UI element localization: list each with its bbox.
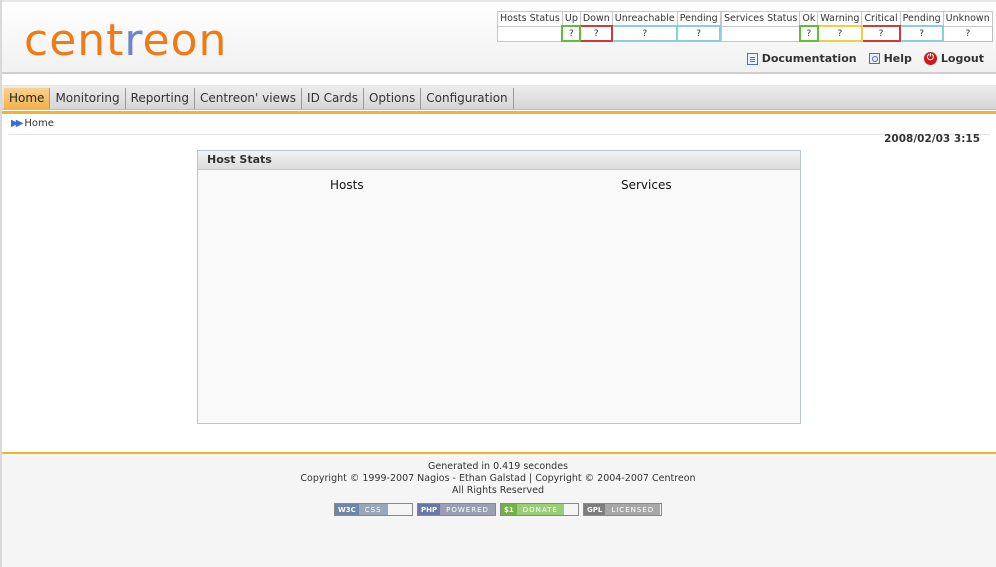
services-ok-header: Ok	[799, 11, 819, 27]
host-stats-panel: Host Stats Hosts Services	[197, 150, 801, 424]
main-menu-bar: Home Monitoring Reporting Centreon' view…	[2, 85, 996, 114]
services-status-header: Services Status	[720, 11, 801, 27]
badge-right: LICENSED	[605, 504, 661, 515]
generated-time: Generated in 0.419 secondes	[428, 461, 568, 472]
help-icon	[868, 53, 880, 64]
menu-item-centreon-views[interactable]: Centreon' views	[195, 88, 303, 109]
documentation-label: Documentation	[761, 52, 857, 65]
menu-item-reporting[interactable]: Reporting	[126, 88, 195, 109]
services-critical-header: Critical	[861, 11, 901, 27]
hosts-status-header: Hosts Status	[497, 11, 563, 27]
rights-text: All Rights Reserved	[452, 485, 544, 496]
hosts-column-label: Hosts	[330, 178, 364, 192]
services-warning-value[interactable]: ?	[816, 25, 863, 42]
footer-badges: W3C CSS PHP POWERED $1 DONATE GPL LICENS…	[334, 503, 662, 516]
menu-item-options[interactable]: Options	[364, 88, 422, 109]
main-menu: Home Monitoring Reporting Centreon' view…	[4, 88, 514, 109]
logout-label: Logout	[940, 52, 984, 65]
badge-left: GPL	[584, 504, 606, 515]
documentation-icon	[746, 52, 758, 65]
badge-left: PHP	[418, 504, 441, 515]
services-pending-value[interactable]: ?	[899, 25, 945, 42]
copyright-text: Copyright © 1999-2007 Nagios - Ethan Gal…	[300, 473, 696, 484]
services-unknown-header: Unknown	[942, 11, 993, 27]
badge-right: DONATE	[516, 504, 564, 515]
services-status-table: Services Status Ok Warning Critical Pend…	[720, 11, 993, 42]
services-critical-value[interactable]: ?	[860, 25, 902, 42]
breadcrumb-home[interactable]: Home	[24, 118, 54, 129]
top-links: Documentation Help ⏻ Logout	[746, 52, 984, 65]
breadcrumb: ▶▶ Home	[11, 118, 54, 129]
hosts-unreachable-value[interactable]: ?	[611, 25, 679, 42]
services-status-value	[720, 25, 801, 42]
documentation-link[interactable]: Documentation	[746, 52, 857, 65]
hosts-status-table: Hosts Status Up Down Unreachable Pending…	[497, 11, 722, 42]
services-ok-value[interactable]: ?	[798, 25, 819, 42]
centreon-logo[interactable]: centreon	[24, 16, 227, 66]
badge-left: W3C	[335, 504, 359, 515]
hosts-down-value[interactable]: ?	[579, 25, 614, 42]
services-pending-header: Pending	[899, 11, 944, 27]
hosts-unreachable-header: Unreachable	[611, 11, 678, 27]
panel-title: Host Stats	[198, 151, 800, 170]
badge-right: CSS	[358, 504, 388, 515]
menu-underline	[2, 111, 996, 114]
hosts-up-header: Up	[561, 11, 581, 27]
hosts-status-value	[497, 25, 563, 42]
services-column-label: Services	[621, 178, 672, 192]
menu-item-configuration[interactable]: Configuration	[421, 88, 514, 109]
footer-text: Generated in 0.419 secondes Copyright © …	[0, 461, 996, 497]
current-datetime: 2008/02/03 3:15	[884, 133, 980, 145]
badge-right: POWERED	[440, 504, 495, 515]
menu-item-home[interactable]: Home	[4, 88, 51, 109]
w3c-css-badge[interactable]: W3C CSS	[334, 503, 413, 516]
badge-left: $1	[501, 504, 517, 515]
services-warning-header: Warning	[817, 11, 863, 27]
footer-divider	[2, 452, 996, 454]
menu-item-id-cards[interactable]: ID Cards	[302, 88, 364, 109]
double-arrow-icon: ▶▶	[11, 118, 24, 129]
header-divider	[2, 72, 996, 74]
logout-link[interactable]: ⏻ Logout	[923, 52, 984, 65]
power-icon: ⏻	[923, 52, 937, 65]
hosts-pending-header: Pending	[676, 11, 721, 27]
php-powered-badge[interactable]: PHP POWERED	[417, 503, 496, 516]
hosts-up-value[interactable]: ?	[561, 25, 582, 42]
help-label: Help	[883, 52, 912, 65]
hosts-pending-value[interactable]: ?	[676, 25, 722, 42]
help-link[interactable]: Help	[868, 52, 912, 65]
menu-item-monitoring[interactable]: Monitoring	[50, 88, 126, 109]
services-unknown-value[interactable]: ?	[942, 25, 993, 42]
gpl-licensed-badge[interactable]: GPL LICENSED	[583, 503, 662, 516]
breadcrumb-divider	[8, 134, 990, 135]
donate-badge[interactable]: $1 DONATE	[500, 503, 579, 516]
hosts-down-header: Down	[579, 11, 613, 27]
